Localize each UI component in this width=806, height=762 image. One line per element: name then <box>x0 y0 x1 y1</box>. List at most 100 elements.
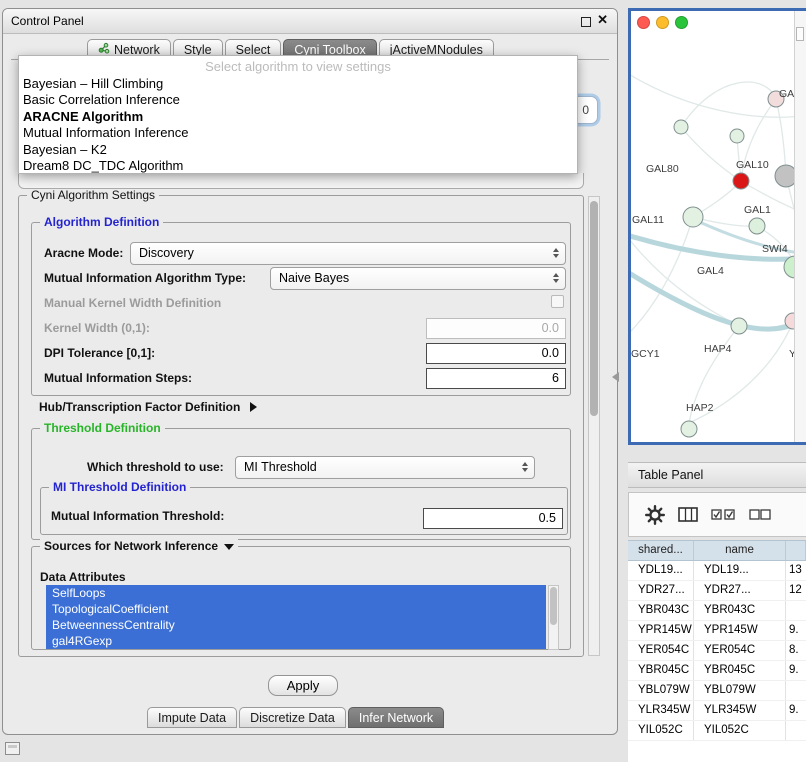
algorithm-definition-groupbox: Algorithm Definition Aracne Mode: Discov… <box>31 222 571 396</box>
network-node[interactable] <box>749 218 765 234</box>
tab-discretize-data[interactable]: Discretize Data <box>239 707 346 728</box>
threshold-definition-title-text: Threshold Definition <box>44 421 161 436</box>
mac-close-button[interactable] <box>637 16 650 29</box>
table-header-row: shared...name <box>628 540 806 561</box>
scrollbar-thumb[interactable] <box>550 587 557 625</box>
table-cell: 8. <box>786 641 806 660</box>
table-row[interactable]: YBR043CYBR043C <box>628 601 806 621</box>
manual-kernel-label: Manual Kernel Width Definition <box>44 293 221 313</box>
which-threshold-value: MI Threshold <box>244 460 317 474</box>
float-window-icon[interactable] <box>581 17 591 27</box>
table-cell: YDR27... <box>628 581 694 600</box>
table-row[interactable]: YDR27...YDR27...12 <box>628 581 806 601</box>
mi-threshold-input[interactable]: 0.5 <box>423 508 563 529</box>
algorithm-option[interactable]: Bayesian – Hill Climbing <box>19 76 577 92</box>
aracne-mode-label: Aracne Mode: <box>44 243 123 263</box>
apply-button[interactable]: Apply <box>268 675 338 696</box>
column-header[interactable]: name <box>694 541 786 560</box>
which-threshold-select[interactable]: MI Threshold <box>235 456 535 479</box>
algorithm-combo-remnant[interactable] <box>18 173 584 189</box>
table-cell: YBR043C <box>628 601 694 620</box>
network-node[interactable] <box>730 129 744 143</box>
table-cell: YIL052C <box>628 721 694 740</box>
node-label: GAL1 <box>744 204 771 216</box>
table-row[interactable]: YER054CYER054C8. <box>628 641 806 661</box>
attributes-list-scrollbar[interactable] <box>548 585 559 650</box>
select-all-icon[interactable] <box>711 508 736 521</box>
table-cell: YBL079W <box>694 681 786 700</box>
panel-collapse-arrow-icon[interactable] <box>612 372 619 382</box>
minimized-panel-icon[interactable] <box>5 742 20 755</box>
algorithm-option[interactable]: ARACNE Algorithm <box>19 109 577 125</box>
settings-gear-icon[interactable] <box>645 505 665 525</box>
network-node[interactable] <box>775 165 795 187</box>
tab-infer-network[interactable]: Infer Network <box>348 707 444 728</box>
table-row[interactable]: YDL19...YDL19...13 <box>628 561 806 581</box>
manual-kernel-checkbox[interactable] <box>551 295 564 308</box>
table-cell: YBR045C <box>628 661 694 680</box>
table-row[interactable]: YLR345WYLR345W9. <box>628 701 806 721</box>
algorithm-definition-title: Algorithm Definition <box>40 215 163 230</box>
network-edge[interactable] <box>776 99 786 176</box>
table-row[interactable]: YPR145WYPR145W9. <box>628 621 806 641</box>
node-label: GCY1 <box>631 348 660 360</box>
settings-scrollbar[interactable] <box>588 196 600 656</box>
hub-definition-toggle[interactable]: Hub/Transcription Factor Definition <box>39 400 257 414</box>
aracne-mode-value: Discovery <box>139 246 194 260</box>
data-attribute-item[interactable]: gal4RGexp <box>46 633 546 649</box>
close-icon[interactable]: ✕ <box>597 12 608 28</box>
table-row[interactable]: YIL052CYIL052C <box>628 721 806 741</box>
mi-steps-label: Mutual Information Steps: <box>44 368 192 388</box>
table-cell: YER054C <box>694 641 786 660</box>
sources-groupbox: Sources for Network Inference Data Attri… <box>31 546 571 650</box>
data-attribute-item[interactable]: TopologicalCoefficient <box>46 601 546 617</box>
node-label: GAL10 <box>736 159 769 171</box>
network-node[interactable] <box>674 120 688 134</box>
deselect-all-icon[interactable] <box>749 508 771 521</box>
table-panel-toolbar <box>628 492 806 537</box>
table-row[interactable]: YBL079WYBL079W <box>628 681 806 701</box>
network-node[interactable] <box>683 207 703 227</box>
algorithm-option[interactable]: Dream8 DC_TDC Algorithm <box>19 158 577 174</box>
node-label: GAL11 <box>632 214 664 226</box>
network-node[interactable] <box>733 173 749 189</box>
mi-type-select[interactable]: Naive Bayes <box>270 267 566 290</box>
mi-steps-input[interactable]: 6 <box>426 368 566 389</box>
algorithm-option[interactable]: Bayesian – K2 <box>19 142 577 158</box>
mi-threshold-groupbox: MI Threshold Definition Mutual Informati… <box>40 487 568 535</box>
mac-minimize-button[interactable] <box>656 16 669 29</box>
kernel-width-input: 0.0 <box>426 318 566 339</box>
data-attribute-item[interactable]: BetweennessCentrality <box>46 617 546 633</box>
aracne-mode-select[interactable]: Discovery <box>130 242 566 265</box>
network-node[interactable] <box>731 318 747 334</box>
table-cell: YLR345W <box>694 701 786 720</box>
mi-threshold-label: Mutual Information Threshold: <box>51 506 224 526</box>
node-label: SWI4 <box>762 243 788 255</box>
table-cell: YBL079W <box>628 681 694 700</box>
algorithm-option[interactable]: Basic Correlation Inference <box>19 92 577 108</box>
scrollbar-button[interactable] <box>796 27 804 41</box>
network-node[interactable] <box>681 421 697 437</box>
sources-section-toggle[interactable]: Sources for Network Inference <box>40 539 238 554</box>
column-selector-icon[interactable] <box>678 506 698 523</box>
data-attributes-list[interactable]: SelfLoopsTopologicalCoefficientBetweenne… <box>46 585 546 649</box>
column-header[interactable] <box>786 541 806 560</box>
algorithm-dropdown-popup: Select algorithm to view settings Bayesi… <box>18 55 578 174</box>
mac-zoom-button[interactable] <box>675 16 688 29</box>
table-cell <box>786 601 806 620</box>
algorithm-definition-title-text: Algorithm Definition <box>44 215 159 230</box>
tab-impute-data[interactable]: Impute Data <box>147 707 237 728</box>
table-row[interactable]: YBR045CYBR045C9. <box>628 661 806 681</box>
network-scrollbar[interactable] <box>794 11 806 442</box>
network-graph[interactable]: GALGAL80GAL10GAL11GAL1SWI4GAL4GCY1HAP4HA… <box>631 11 795 442</box>
table-cell: 9. <box>786 661 806 680</box>
network-edge[interactable] <box>631 273 795 329</box>
data-attribute-item[interactable]: SelfLoops <box>46 585 546 601</box>
algorithm-option[interactable]: Mutual Information Inference <box>19 125 577 141</box>
algorithm-options-list: Bayesian – Hill ClimbingBasic Correlatio… <box>19 76 577 174</box>
scrollbar-thumb[interactable] <box>590 201 598 416</box>
node-label: GAL4 <box>697 265 724 277</box>
control-panel-titlebar[interactable]: Control Panel ✕ <box>3 9 617 34</box>
dpi-tolerance-input[interactable]: 0.0 <box>426 343 566 364</box>
column-header[interactable]: shared... <box>628 541 694 560</box>
